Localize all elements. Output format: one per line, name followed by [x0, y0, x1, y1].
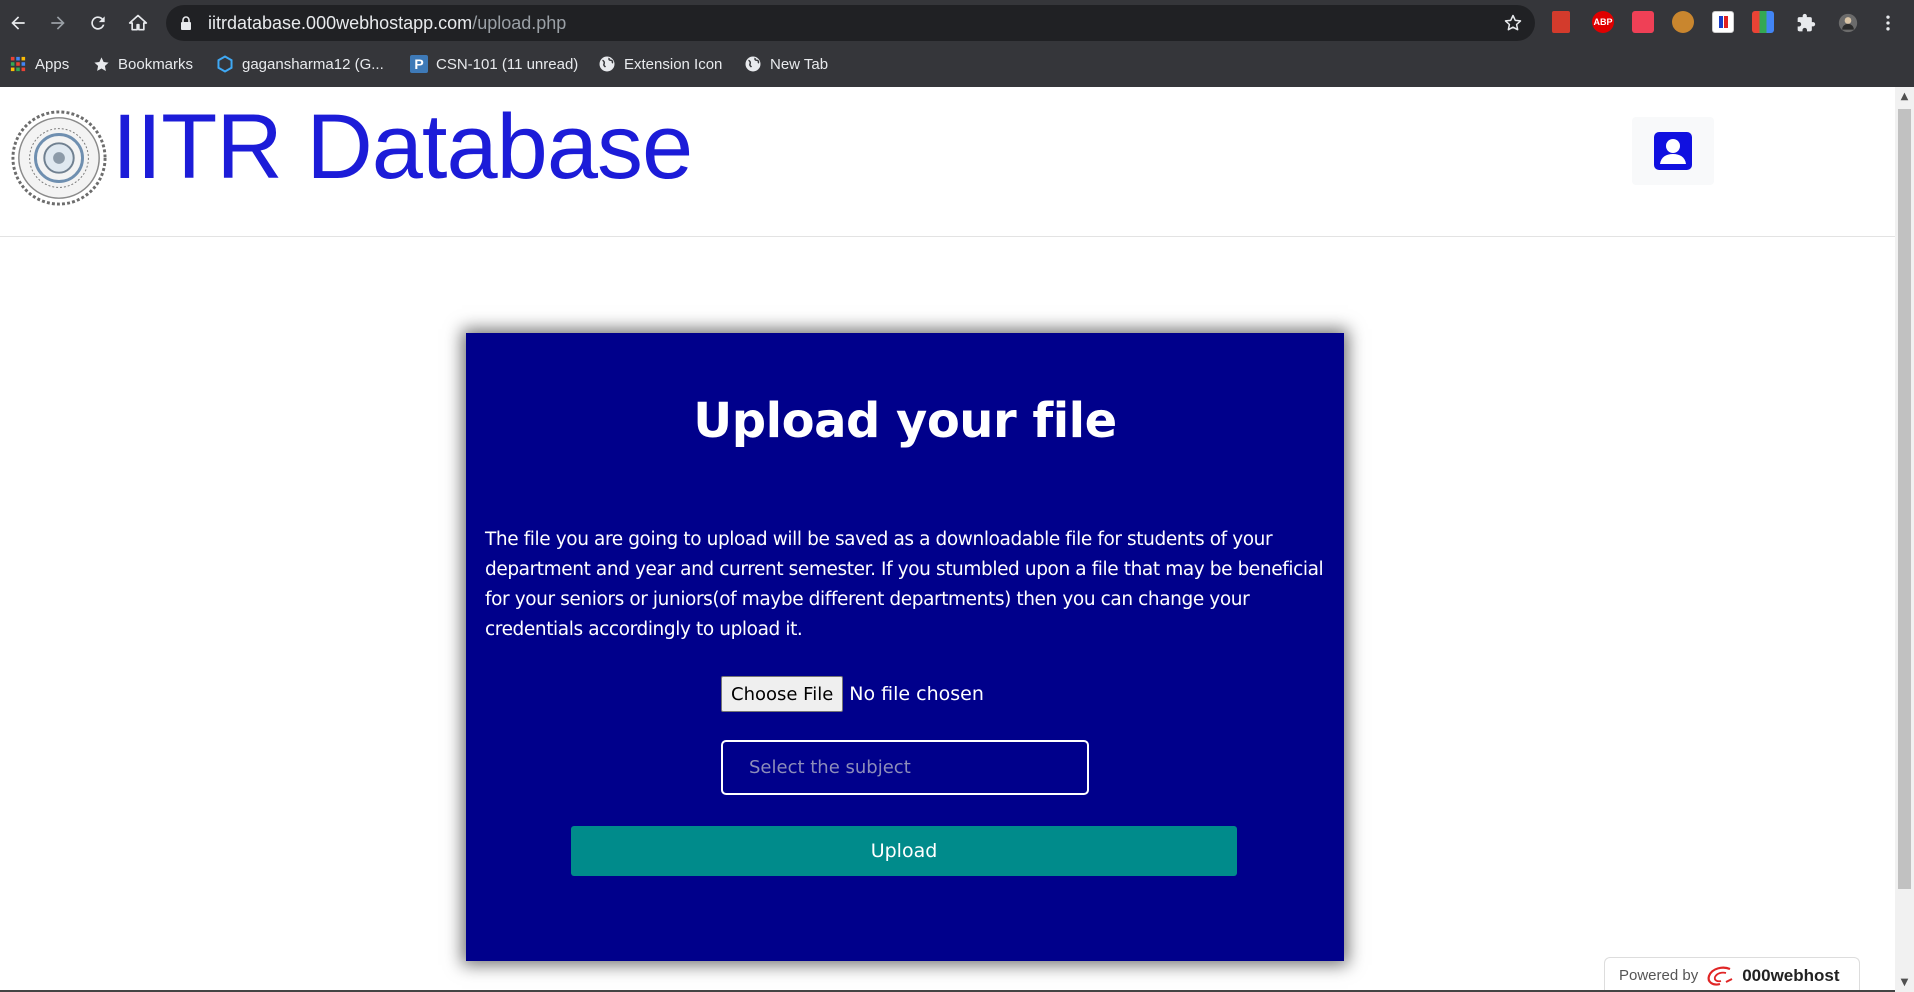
- browser-toolbar: iitrdatabase.000webhostapp.com/upload.ph…: [0, 0, 1914, 46]
- page-scrollbar[interactable]: ▲ ▼: [1895, 87, 1914, 992]
- profile-button[interactable]: [1632, 117, 1714, 185]
- bookmark-extension-icon[interactable]: Extension Icon: [598, 53, 722, 75]
- iitr-logo: [11, 110, 107, 206]
- file-status-text: No file chosen: [849, 683, 984, 705]
- reload-button[interactable]: [84, 9, 112, 37]
- globe-icon: [598, 55, 616, 73]
- site-title[interactable]: IITR Database: [112, 95, 693, 200]
- bookmarks-bar: Apps Bookmarks gagansharma12 (G... P CSN…: [0, 48, 1914, 80]
- choose-file-button[interactable]: Choose File: [721, 676, 844, 712]
- browser-menu-button[interactable]: [1874, 9, 1902, 37]
- file-input[interactable]: Choose File No file chosen: [721, 676, 984, 712]
- subject-input[interactable]: [721, 740, 1089, 795]
- powered-by-badge[interactable]: Powered by 000webhost: [1604, 957, 1860, 992]
- url-text: iitrdatabase.000webhostapp.com/upload.ph…: [208, 13, 566, 34]
- upload-heading: Upload your file: [693, 393, 1117, 449]
- bookmark-label: New Tab: [770, 55, 829, 73]
- adblock-plus-extension[interactable]: ABP: [1592, 11, 1614, 33]
- cookie-extension[interactable]: [1672, 11, 1694, 33]
- home-icon: [128, 14, 148, 31]
- bookmark-star-icon[interactable]: [1503, 13, 1523, 33]
- red-book-extension[interactable]: [1552, 11, 1570, 33]
- back-button[interactable]: [4, 9, 32, 37]
- lock-icon: [181, 16, 191, 30]
- piazza-icon: P: [410, 55, 428, 73]
- star-icon: [92, 55, 110, 73]
- site-header: IITR Database: [0, 87, 1895, 237]
- forward-button[interactable]: [44, 9, 72, 37]
- upload-button[interactable]: Upload: [571, 826, 1237, 876]
- scrollbar-thumb[interactable]: [1898, 109, 1911, 889]
- bookmark-label: gagansharma12 (G...: [242, 55, 384, 73]
- apps-grid-icon: [9, 55, 27, 73]
- bookmark-label: CSN-101 (11 unread): [436, 55, 579, 73]
- bookmark-new-tab[interactable]: New Tab: [744, 53, 828, 75]
- arrow-left-icon: [11, 16, 25, 30]
- webhost-logo-icon: [1707, 966, 1733, 986]
- more-vertical-icon: [1886, 15, 1890, 31]
- bookmark-label: Apps: [35, 55, 70, 73]
- upload-card: Upload your file The file you are going …: [466, 333, 1344, 961]
- bookmark-bookmarks[interactable]: Bookmarks: [92, 53, 193, 75]
- bookmark-apps[interactable]: Apps: [9, 53, 69, 75]
- user-avatar-icon: [1838, 13, 1858, 33]
- url-host: iitrdatabase.000webhostapp.com: [208, 13, 473, 33]
- profile-avatar-button[interactable]: [1834, 9, 1862, 37]
- puzzle-icon: [1797, 13, 1816, 32]
- webhost-brand: 000webhost: [1742, 965, 1840, 985]
- bookmark-label: Extension Icon: [624, 55, 723, 73]
- browser-chrome: iitrdatabase.000webhostapp.com/upload.ph…: [0, 0, 1914, 87]
- hexagon-icon: [216, 55, 234, 73]
- user-profile-icon: [1654, 132, 1692, 170]
- home-button[interactable]: [124, 9, 152, 37]
- page-viewport: IITR Database Upload your file The file …: [0, 87, 1895, 992]
- powered-by-text: Powered by: [1619, 967, 1699, 984]
- reload-icon: [91, 16, 105, 30]
- arrow-right-icon: [51, 16, 65, 30]
- color-grid-extension[interactable]: [1752, 11, 1774, 33]
- url-path: /upload.php: [472, 13, 567, 33]
- bookmark-csn101[interactable]: P CSN-101 (11 unread): [410, 53, 578, 75]
- extensions-menu-button[interactable]: [1792, 9, 1820, 37]
- address-bar[interactable]: iitrdatabase.000webhostapp.com/upload.ph…: [166, 5, 1535, 41]
- bookmark-label: Bookmarks: [118, 55, 194, 73]
- scroll-down-arrow-icon[interactable]: ▼: [1899, 977, 1910, 988]
- globe-icon: [744, 55, 762, 73]
- bookmark-gagansharma[interactable]: gagansharma12 (G...: [216, 53, 384, 75]
- scroll-up-arrow-icon[interactable]: ▲: [1899, 91, 1910, 102]
- flag-extension[interactable]: [1712, 11, 1734, 33]
- upload-description: The file you are going to upload will be…: [485, 529, 1324, 640]
- pocket-extension[interactable]: [1632, 11, 1654, 33]
